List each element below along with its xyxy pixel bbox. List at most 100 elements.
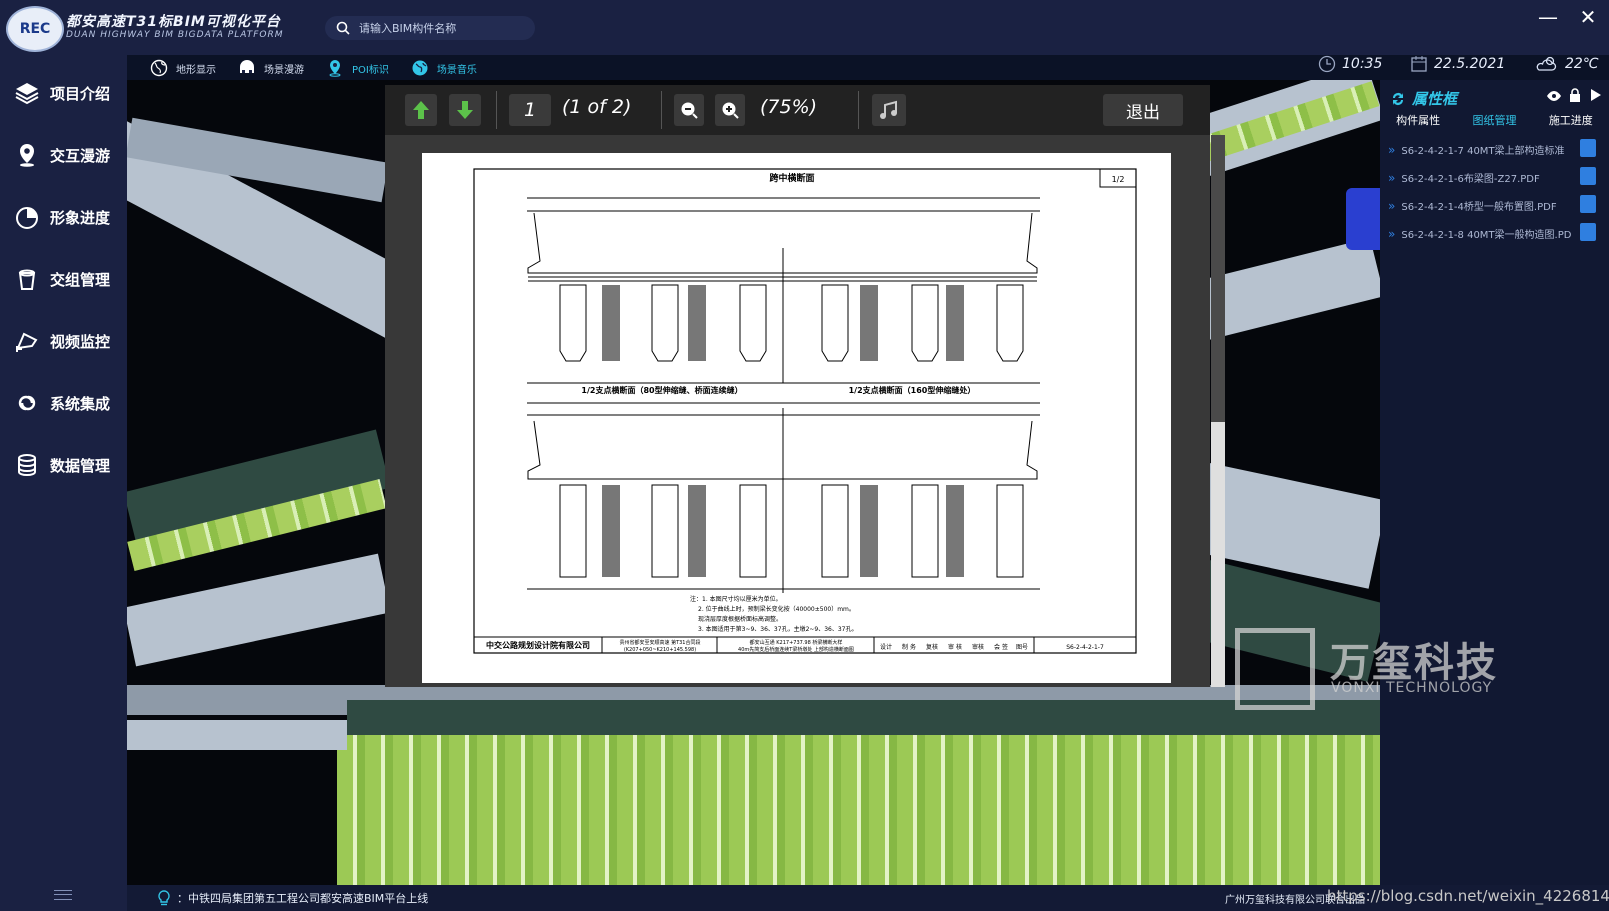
play-icon[interactable] [1590,88,1602,102]
sidebar-item-progress[interactable]: 形象进度 [14,204,110,230]
tab-drawing-management[interactable]: 图纸管理 [1472,112,1516,132]
file-name: S6-2-4-2-1-4桥型一般布置图.PDF [1401,202,1557,213]
pdf-scroll-thumb[interactable] [1211,422,1225,687]
location-icon [20,144,34,167]
watermark: 万玺科技 VONXI TECHNOLOGY [1235,628,1525,710]
eye-icon[interactable] [1546,90,1562,102]
zoom-in-button[interactable] [715,94,745,126]
scene-toolbar: 地形显示 场景漫游 POI标识 场景音乐 [150,56,477,80]
time-value: 10:35 [1342,56,1383,72]
sidebar-item-label: 数据管理 [50,456,111,475]
page-count: (1 of 2) [562,96,632,118]
file-name: S6-2-4-2-1-7 40MT梁上部构造标准 [1401,146,1565,157]
drawing-note: 3. 本图适用于第3~9、36、37孔，主墩2~9、36、37孔。 [698,625,858,633]
watermark-en: VONXI TECHNOLOGY [1331,680,1493,696]
pdf-file-icon[interactable] [1580,195,1596,213]
toolbar-divider [496,91,497,129]
title-block-field: 审 核 [948,643,962,651]
title-block-field: 图号 [1016,644,1028,651]
announcement-text: ：中铁四局集团第五工程公司都安高速BIM平台上线 [177,892,429,905]
lightbulb-icon [158,890,170,906]
title-block-field: 会 签 [994,643,1008,651]
chevron-right-icon: » [1388,198,1396,213]
page-number: 1 [523,99,537,121]
pdf-viewer: 1 (1 of 2) (75%) 退出 1/2 跨中横断面 1/2支点横断面（8… [385,85,1210,687]
chevron-right-icon: » [1388,170,1396,185]
sidebar-item-group-management[interactable]: 交组管理 [14,266,110,292]
sidebar-item-data-management[interactable]: 数据管理 [14,452,110,478]
drawing-file-item[interactable]: » S6-2-4-2-1-7 40MT梁上部构造标准 [1388,139,1596,157]
sidebar-item-label: 形象进度 [50,208,111,227]
drawing-file-item[interactable]: » S6-2-4-2-1-4桥型一般布置图.PDF [1388,195,1596,213]
pdf-file-icon[interactable] [1580,223,1596,241]
pdf-file-icon[interactable] [1580,139,1596,157]
sidebar-item-video-monitoring[interactable]: 视频监控 [14,328,110,354]
sidebar-item-project-intro[interactable]: 项目介绍 [14,80,110,106]
drawing-note: 2. 位于曲线上时，预制梁长变化按（40000±500）mm。 [698,605,855,613]
panel-title: 属性框 [1412,90,1458,108]
drawing-file-item[interactable]: » S6-2-4-2-1-6布梁图-Z27.PDF [1388,167,1596,185]
minimize-button[interactable]: — [1533,4,1563,30]
sidebar-item-label: 视频监控 [50,332,111,351]
zoom-level: (75%) [760,96,818,118]
panel-tabs: 构件属性 图纸管理 施工进度 [1380,112,1609,132]
page-number-input[interactable]: 1 [509,94,551,126]
exit-button[interactable]: 退出 [1103,94,1183,126]
drawing-note: 注：1. 本图尺寸均以厘米为单位。 [690,595,782,603]
subnav-poi[interactable]: POI标识 [326,59,389,77]
partly-cloudy-icon [1536,56,1557,71]
sidebar-item-interactive-roaming[interactable]: 交互漫游 [14,142,110,168]
status-bar: ：中铁四局集团第五工程公司都安高速BIM平台上线 广州万玺科技有限公司联合出品 … [127,885,1609,911]
watermark-logo [1235,628,1315,710]
title-block-drawing-name: 都安山互通 K217+737.98 桥梁横断大样 [750,639,843,646]
close-button[interactable]: ✕ [1573,4,1603,30]
sidebar-item-label: 交组管理 [50,270,111,289]
subnav-label: POI标识 [352,64,389,76]
pdf-toolbar: 1 (1 of 2) (75%) 退出 [385,85,1210,135]
logo-text: REC [19,21,51,37]
tab-construction-progress[interactable]: 施工进度 [1549,112,1593,132]
sidebar-item-label: 交互漫游 [50,146,111,165]
pdf-file-icon[interactable] [1580,167,1596,185]
search-box[interactable] [325,16,535,40]
panel-toggle-tab[interactable] [1346,188,1380,250]
subnav-roaming[interactable]: 场景漫游 [238,59,304,77]
map-pin-icon [329,60,341,77]
title-block-field: 设计 [880,643,892,651]
previous-page-button[interactable] [405,94,437,126]
toolbar-divider [858,91,859,129]
platform-title: 都安高速T31标BIM可视化平台 [66,14,281,30]
platform-logo: REC [6,6,64,52]
bridge-deck [127,720,347,750]
sidebar-item-system-integration[interactable]: 系统集成 [14,390,110,416]
bucket-icon [18,269,36,290]
subnav-music[interactable]: 场景音乐 [411,59,477,77]
link-icon [18,395,36,411]
zoom-out-button[interactable] [674,94,704,126]
clock: 10:35 [1318,55,1382,73]
arrow-up-icon [413,101,429,119]
engineering-drawing: 1/2 跨中横断面 1/2支点横断面（80型伸缩缝、桥面连续缝） 1/2支点横断… [473,168,1137,654]
title-block-field: 制 务 [902,643,916,651]
tab-component-properties[interactable]: 构件属性 [1396,112,1440,132]
title-block-company: 中交公路规划设计院有限公司 [486,640,590,650]
title-block-project: 贵州省都安至安顺高速 第T31合同段 [619,639,700,646]
road-segment [347,700,1380,740]
source-url: https://blog.csdn.net/weixin_42268146 [1327,887,1609,905]
fit-page-button[interactable] [872,94,906,126]
drawing-file-item[interactable]: » S6-2-4-2-1-8 40MT梁一般构造图.PD [1388,223,1596,241]
subnav-terrain[interactable]: 地形显示 [150,59,216,77]
toolbar-divider [661,91,662,129]
subnav-label: 场景音乐 [436,64,477,76]
sidebar-collapse-handle[interactable] [54,890,72,900]
database-icon [18,454,36,477]
next-page-button[interactable] [449,94,481,126]
search-input[interactable] [357,20,531,36]
drawing-page-tag: 1/2 [1112,175,1125,184]
title-block-number: S6-2-4-2-1-7 [1066,644,1104,651]
date: 22.5.2021 [1410,55,1505,73]
lock-icon[interactable] [1569,88,1581,102]
drawing-note: 现浇层厚度根据桥面标高调整。 [698,615,782,623]
weather: 22℃ [1535,55,1599,73]
announcement: ：中铁四局集团第五工程公司都安高速BIM平台上线 [157,890,428,906]
